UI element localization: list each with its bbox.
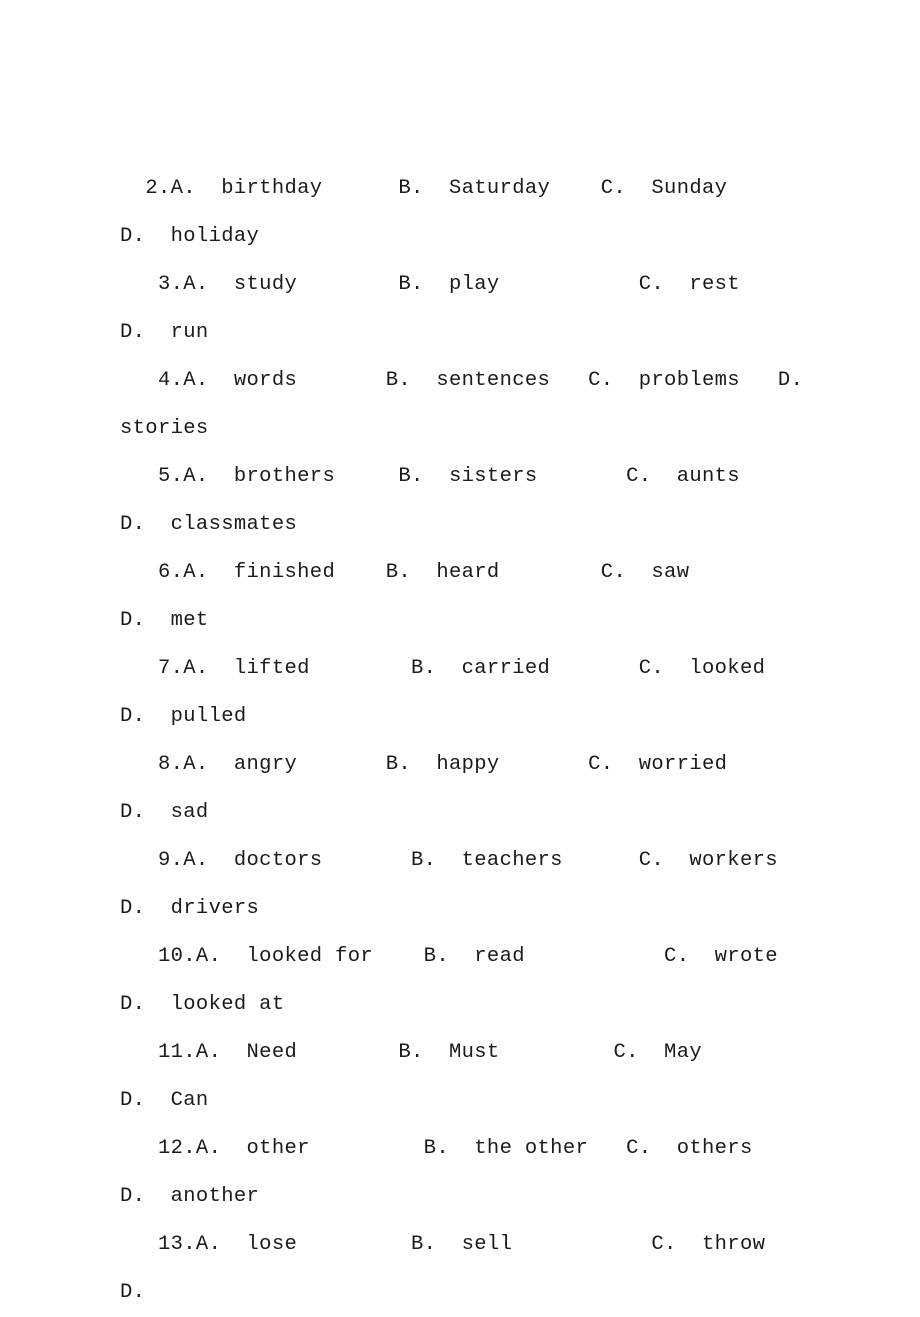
- question-list: 2.A. birthday B. Saturday C. Sunday D. h…: [120, 165, 812, 1317]
- question-item-5: 5.A. brothers B. sisters C. aunts D. cla…: [120, 465, 880, 536]
- question-item-6: 6.A. finished B. heard C. saw D. met: [120, 561, 829, 632]
- question-item-13: 13.A. lose B. sell C. throw D.: [120, 1233, 867, 1304]
- document-page: 2.A. birthday B. Saturday C. Sunday D. h…: [0, 0, 920, 1304]
- question-item-9: 9.A. doctors B. teachers C. workers D. d…: [120, 849, 867, 920]
- question-item-3: 3.A. study B. play C. rest D. run: [120, 273, 867, 344]
- question-item-7: 7.A. lifted B. carried C. looked D. pull…: [120, 657, 867, 728]
- question-item-10: 10.A. looked for B. read C. wrote D. loo…: [120, 945, 880, 1016]
- question-item-8: 8.A. angry B. happy C. worried D. sad: [120, 753, 791, 824]
- question-item-11: 11.A. Need B. Must C. May D. Can: [120, 1041, 829, 1112]
- question-item-2: 2.A. birthday B. Saturday C. Sunday D. h…: [120, 177, 842, 248]
- question-item-12: 12.A. other B. the other C. others D. an…: [120, 1137, 854, 1208]
- question-item-4: 4.A. words B. sentences C. problems D. s…: [120, 369, 829, 440]
